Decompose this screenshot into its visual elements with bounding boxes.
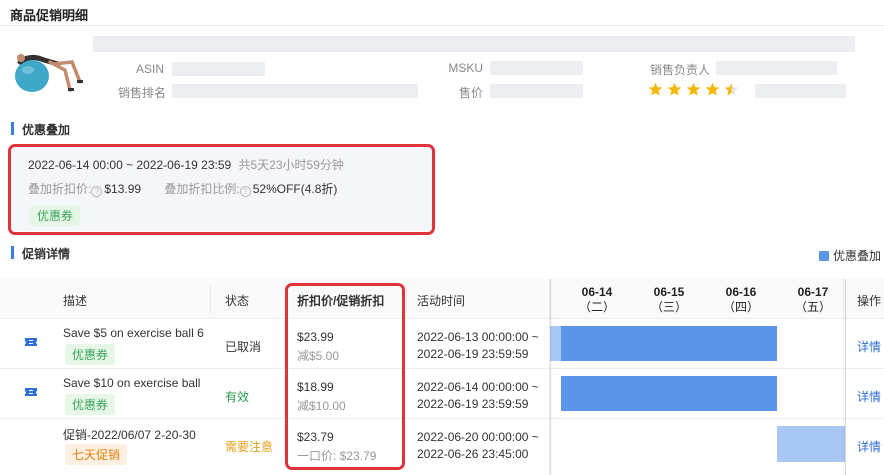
rank-label: 销售排名: [117, 86, 166, 100]
detail-link[interactable]: 详情: [857, 388, 881, 405]
product-title-placeholder: [93, 36, 855, 52]
detail-link[interactable]: 详情: [857, 438, 881, 455]
promo-end-time: 2022-06-19 23:59:59: [417, 397, 529, 411]
promo-start-time: 2022-06-20 00:00:00 ~: [417, 430, 539, 444]
page-title: 商品促销明细: [10, 8, 89, 23]
col-status: 状态: [225, 294, 250, 308]
promo-tag: 优惠券: [65, 394, 116, 415]
promo-status: 已取消: [225, 340, 262, 354]
promo-title: 促销-2022/06/07 2-20-30: [63, 428, 196, 442]
column-divider: [406, 285, 407, 313]
scroll-shadow-right: [842, 279, 846, 475]
scroll-shadow-left: [549, 279, 553, 475]
price-label: 售价: [458, 86, 483, 100]
gantt-weekday: （三）: [650, 300, 687, 314]
col-desc: 描述: [63, 294, 88, 308]
section-marker: [11, 246, 14, 259]
star-icon: [724, 82, 739, 96]
legend-swatch: [819, 250, 829, 261]
gantt-weekday: （五）: [794, 300, 831, 314]
promo-tag: 七天促销: [65, 444, 128, 465]
col-time: 活动时间: [417, 294, 466, 308]
promo-title: Save $5 on exercise ball 6: [63, 326, 204, 340]
rank-value-placeholder: [172, 84, 418, 98]
gantt-date-header: 06-15 （三）: [641, 285, 697, 315]
gantt-weekday: （四）: [722, 300, 759, 314]
star-icon: [667, 82, 682, 96]
row-divider: [0, 368, 884, 369]
gantt-date-header: 06-14 （二）: [569, 285, 625, 315]
star-icon: [648, 82, 663, 96]
promo-status: 有效: [225, 390, 250, 404]
gantt-bar-row1[interactable]: [561, 326, 777, 361]
gantt-date: 06-14: [581, 285, 613, 299]
highlight-box-price-column: [285, 283, 405, 470]
product-thumbnail: [10, 40, 84, 94]
legend: 优惠叠加: [819, 247, 881, 264]
col-action: 操作: [857, 294, 882, 308]
gantt-weekday: （二）: [578, 300, 615, 314]
promo-start-time: 2022-06-14 00:00:00 ~: [417, 380, 539, 394]
promo-end-time: 2022-06-26 23:45:00: [417, 447, 529, 461]
details-section-title: 促销详情: [22, 247, 71, 261]
coupon-icon: [25, 338, 37, 346]
price-value-placeholder: [490, 84, 583, 98]
owner-value-placeholder: [716, 61, 837, 75]
asin-label: ASIN: [135, 62, 164, 76]
detail-link[interactable]: 详情: [857, 338, 881, 355]
promo-status: 需要注意: [225, 440, 274, 454]
gantt-date: 06-17: [797, 285, 829, 299]
promo-end-time: 2022-06-19 23:59:59: [417, 347, 529, 361]
title-divider: [0, 25, 884, 26]
star-icon: [705, 82, 720, 96]
gantt-bar-row2[interactable]: [561, 376, 777, 411]
star-icon: [686, 82, 701, 96]
promo-tag: 优惠券: [65, 344, 116, 365]
gantt-bar-row3[interactable]: [777, 426, 845, 462]
stacking-section-title: 优惠叠加: [22, 123, 71, 137]
row-divider: [0, 418, 884, 419]
promo-title: Save $10 on exercise ball: [63, 376, 201, 390]
asin-value-placeholder: [172, 62, 265, 76]
promo-start-time: 2022-06-13 00:00:00 ~: [417, 330, 539, 344]
owner-label: 销售负责人: [649, 63, 710, 77]
gantt-date-header: 06-17 （五）: [785, 285, 841, 315]
gantt-date: 06-16: [725, 285, 757, 299]
rating-stars: [648, 82, 739, 98]
rating-value-placeholder: [755, 84, 846, 98]
coupon-icon: [25, 388, 37, 396]
msku-label: MSKU: [448, 61, 483, 75]
gantt-date-header: 06-16 （四）: [713, 285, 769, 315]
msku-value-placeholder: [490, 61, 583, 75]
section-marker: [11, 122, 14, 135]
gantt-date: 06-15: [653, 285, 685, 299]
column-divider: [210, 285, 211, 313]
legend-label: 优惠叠加: [833, 249, 882, 263]
highlight-box-stacking: [8, 144, 435, 235]
